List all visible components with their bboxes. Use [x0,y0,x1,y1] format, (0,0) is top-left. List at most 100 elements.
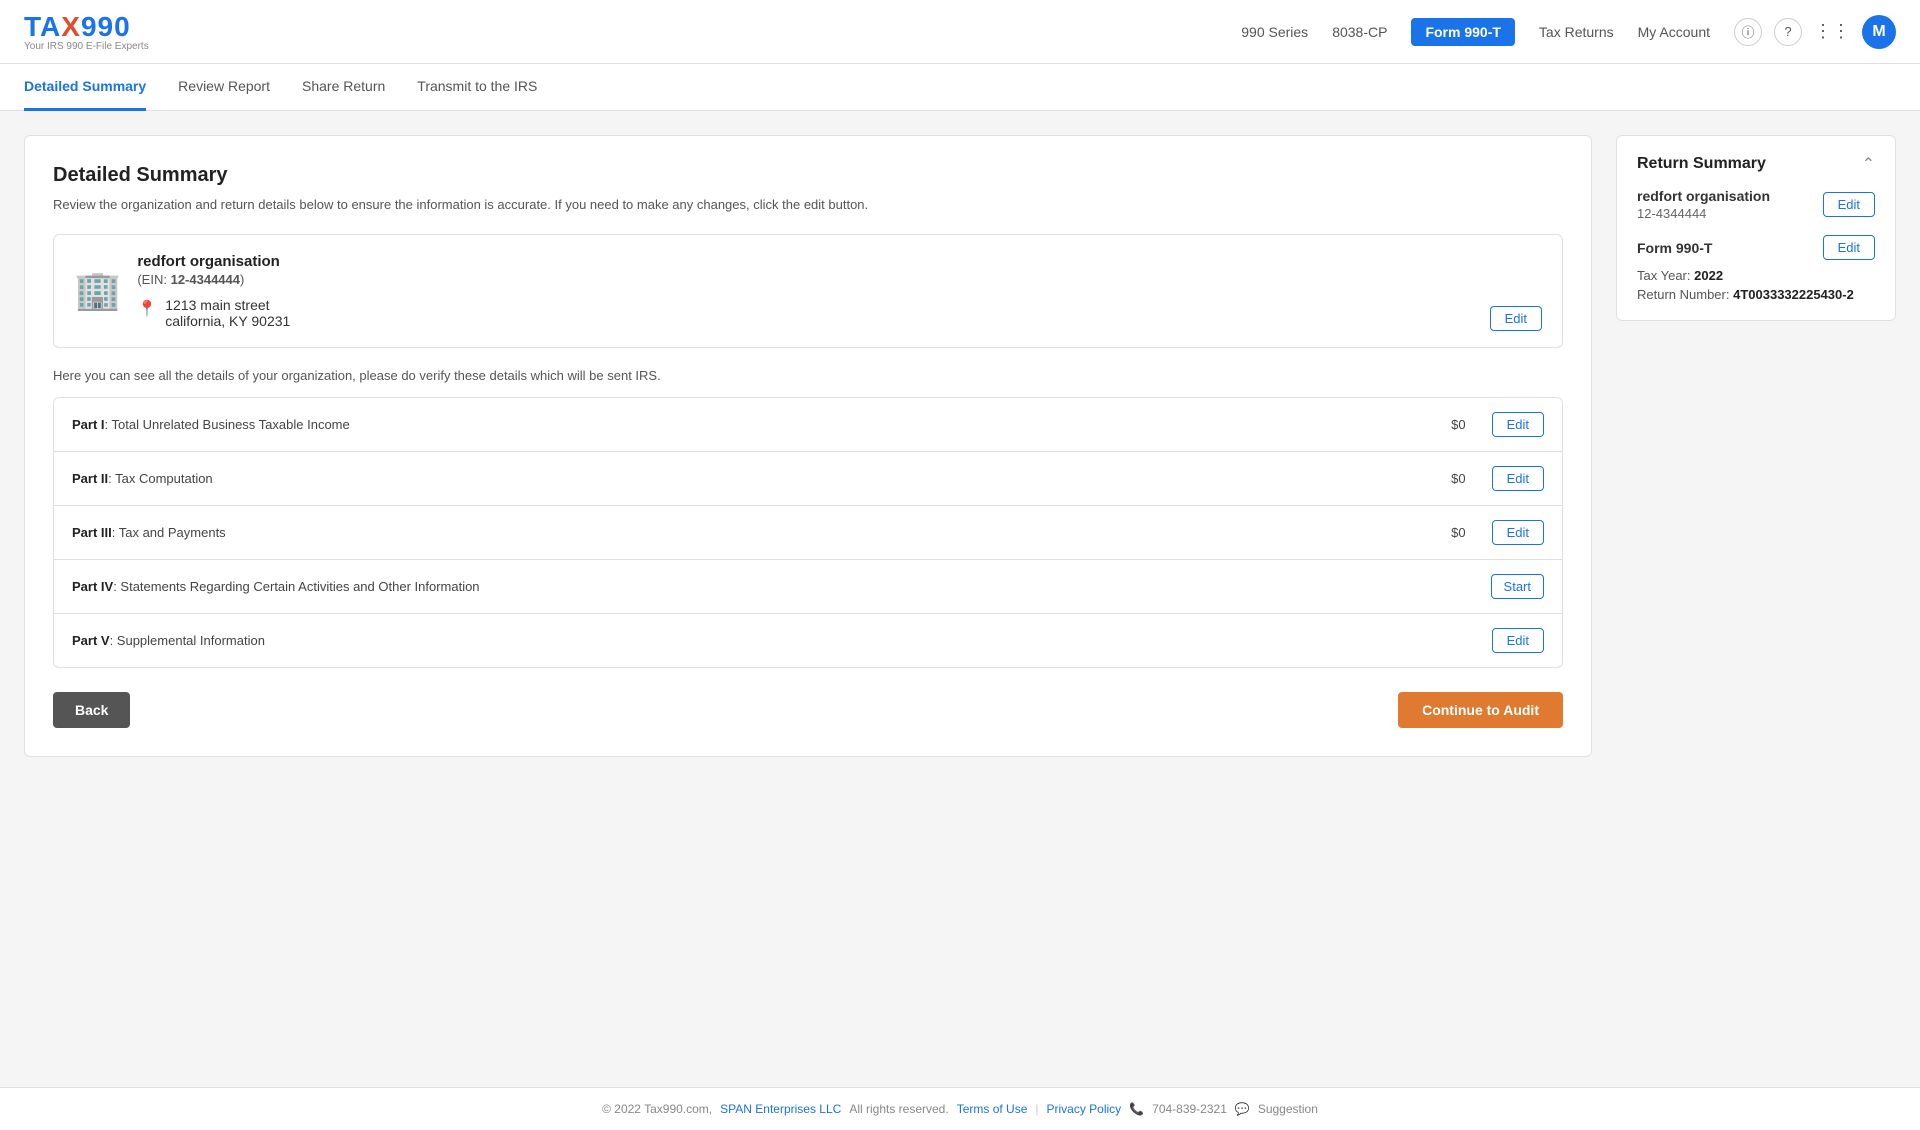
nav-990-series[interactable]: 990 Series [1241,24,1308,40]
logo-area: TAX990 Your IRS 990 E-File Experts [24,11,149,52]
part5-edit-button[interactable]: Edit [1492,628,1544,653]
form-label: Form 990-T [1637,240,1712,256]
footer-rights: All rights reserved. [849,1102,948,1116]
table-row: Part I: Total Unrelated Business Taxable… [54,398,1562,452]
table-row: Part V: Supplemental Information Edit [54,614,1562,667]
part3-bold: Part III [72,525,112,540]
part5-bold: Part V [72,633,110,648]
help-icon[interactable]: ? [1774,18,1802,46]
org-address-line: 📍 1213 main street california, KY 90231 [137,297,1542,329]
tab-transmit-irs[interactable]: Transmit to the IRS [417,64,537,111]
part2-label: Part II: Tax Computation [72,471,1418,486]
bottom-bar: Back Continue to Audit [53,692,1563,728]
org-details: redfort organisation (EIN: 12-4344444) 📍… [137,253,1542,329]
footer-span-link[interactable]: SPAN Enterprises LLC [720,1102,841,1116]
part4-bold: Part IV [72,579,113,594]
part4-desc: : Statements Regarding Certain Activitie… [113,579,479,594]
part3-amount: $0 [1426,525,1466,540]
return-summary-title: Return Summary [1637,155,1766,173]
avatar[interactable]: M [1862,15,1896,49]
right-panel: Return Summary ⌃ redfort organisation 12… [1616,135,1896,321]
tax-year-value: 2022 [1694,268,1723,283]
nav-tax-returns[interactable]: Tax Returns [1539,24,1614,40]
main-content: Detailed Summary Review the organization… [0,111,1920,1087]
page-subtitle: Review the organization and return detai… [53,197,1563,212]
building-icon: 🏢 [74,269,121,313]
collapse-icon[interactable]: ⌃ [1862,154,1875,174]
summary-org-name-text: redfort organisation [1637,188,1770,204]
ein-label: EIN: [142,272,167,287]
nav-form990t[interactable]: Form 990-T [1411,18,1514,46]
nav-8038cp[interactable]: 8038-CP [1332,24,1387,40]
table-row: Part II: Tax Computation $0 Edit [54,452,1562,506]
address-line1: 1213 main street [165,297,290,313]
logo-subtitle: Your IRS 990 E-File Experts [24,41,149,52]
tab-share-return[interactable]: Share Return [302,64,385,111]
part2-desc: : Tax Computation [108,471,213,486]
footer-terms[interactable]: Terms of Use [957,1102,1028,1116]
footer-phone-icon: 📞 [1129,1102,1144,1116]
page-title: Detailed Summary [53,164,1563,187]
table-row: Part IV: Statements Regarding Certain Ac… [54,560,1562,614]
footer-suggestion: Suggestion [1258,1102,1318,1116]
footer-chat-icon: 💬 [1235,1102,1250,1116]
nav-my-account[interactable]: My Account [1638,24,1710,40]
part1-label: Part I: Total Unrelated Business Taxable… [72,417,1418,432]
logo: TAX990 [24,11,149,43]
tabs-bar: Detailed Summary Review Report Share Ret… [0,64,1920,111]
summary-org-name: redfort organisation 12-4344444 [1637,188,1770,221]
footer-copyright: © 2022 Tax990.com, [602,1102,712,1116]
form-row-inner: Form 990-T Edit [1637,235,1875,260]
continue-audit-button[interactable]: Continue to Audit [1398,692,1563,728]
summary-form-row: Form 990-T Edit Tax Year: 2022 Return Nu… [1637,235,1875,302]
return-number-value: 4T0033332225430-2 [1733,287,1854,302]
part5-desc: : Supplemental Information [110,633,265,648]
header: TAX990 Your IRS 990 E-File Experts 990 S… [0,0,1920,64]
summary-ein-text: 12-4344444 [1637,206,1770,221]
parts-table: Part I: Total Unrelated Business Taxable… [53,397,1563,668]
tax-year-label: Tax Year: [1637,268,1691,283]
return-summary-header: Return Summary ⌃ [1637,154,1875,174]
back-button[interactable]: Back [53,692,130,728]
org-address: 1213 main street california, KY 90231 [165,297,290,329]
return-number-row: Return Number: 4T0033332225430-2 [1637,287,1875,302]
part3-edit-button[interactable]: Edit [1492,520,1544,545]
org-ein: (EIN: 12-4344444) [137,272,1542,287]
part3-desc: : Tax and Payments [112,525,226,540]
table-row: Part III: Tax and Payments $0 Edit [54,506,1562,560]
part1-desc: : Total Unrelated Business Taxable Incom… [105,417,350,432]
ein-value: 12-4344444 [171,272,240,287]
tab-detailed-summary[interactable]: Detailed Summary [24,64,146,111]
footer-phone: 704-839-2321 [1152,1102,1227,1116]
org-edit-area: Edit [1490,306,1542,331]
summary-org-row: redfort organisation 12-4344444 Edit [1637,188,1875,221]
info-text: Here you can see all the details of your… [53,368,1563,383]
return-number-label: Return Number: [1637,287,1729,302]
header-nav: 990 Series 8038-CP Form 990-T Tax Return… [1241,15,1896,49]
tax-year-row: Tax Year: 2022 [1637,268,1875,283]
tab-review-report[interactable]: Review Report [178,64,270,111]
org-name: redfort organisation [137,253,1542,270]
footer-privacy[interactable]: Privacy Policy [1047,1102,1122,1116]
address-line2: california, KY 90231 [165,313,290,329]
part2-edit-button[interactable]: Edit [1492,466,1544,491]
grid-icon[interactable]: ⋮⋮ [1814,21,1850,42]
org-card: 🏢 redfort organisation (EIN: 12-4344444)… [53,234,1563,348]
part3-label: Part III: Tax and Payments [72,525,1418,540]
location-icon: 📍 [137,299,157,319]
footer-divider: | [1035,1102,1038,1116]
org-edit-button[interactable]: Edit [1490,306,1542,331]
part5-label: Part V: Supplemental Information [72,633,1418,648]
sidebar-org-edit-button[interactable]: Edit [1823,192,1875,217]
part4-start-button[interactable]: Start [1491,574,1544,599]
part1-edit-button[interactable]: Edit [1492,412,1544,437]
part1-amount: $0 [1426,417,1466,432]
part4-label: Part IV: Statements Regarding Certain Ac… [72,579,1417,594]
footer: © 2022 Tax990.com, SPAN Enterprises LLC … [0,1087,1920,1130]
part2-bold: Part II [72,471,108,486]
sidebar-form-edit-button[interactable]: Edit [1823,235,1875,260]
part1-bold: Part I [72,417,105,432]
header-icons: ⓘ ? ⋮⋮ M [1734,15,1896,49]
part2-amount: $0 [1426,471,1466,486]
info-icon[interactable]: ⓘ [1734,18,1762,46]
